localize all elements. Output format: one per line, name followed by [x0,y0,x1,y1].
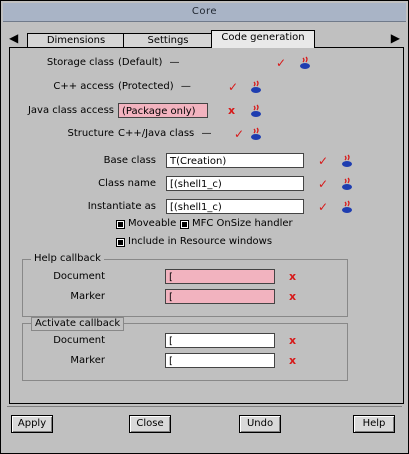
java-cup-icon[interactable] [249,80,263,94]
close-button[interactable]: Close [129,415,171,433]
valid-check-icon: ✓ [318,177,329,191]
invalid-cross-icon: x [289,354,297,367]
valid-check-icon: ✓ [318,154,329,168]
java-cup-icon[interactable] [340,154,354,168]
include-resource-label: Include in Resource windows [128,236,273,247]
storage-class-label: Storage class [46,57,114,68]
include-resource-checkbox[interactable] [116,238,125,247]
structure-value: C++/Java class [118,128,195,139]
activate-marker-row: Marker [ x [23,352,343,370]
tab-code-generation[interactable]: Code generation [211,30,315,48]
tab-bar: ◀ Dimensions Settings Code generation ▶ [5,30,404,48]
dropdown-indicator-icon: — [180,81,191,92]
help-marker-input[interactable]: [ [165,289,275,304]
activate-marker-label: Marker [70,355,105,366]
activate-document-label: Document [53,335,105,346]
mfc-onsize-label: MFC OnSize handler [192,218,293,229]
help-button[interactable]: Help [353,415,395,433]
java-class-access-select[interactable]: (Package only) [118,103,208,118]
cpp-access-label: C++ access [53,81,114,92]
help-callback-group: Help callback Document [ x Marker [ x [22,253,348,317]
structure-label: Structure [67,128,114,139]
tab-settings[interactable]: Settings [123,33,213,48]
core-dialog-window: Core ◀ Dimensions Settings Code generati… [0,0,409,454]
java-cup-icon[interactable] [249,127,263,141]
class-name-input[interactable]: [(shell1_c) [166,176,304,191]
storage-class-row: Storage class (Default) — ✓ [10,54,403,72]
base-class-input[interactable]: T(Creation) [166,153,304,168]
valid-check-icon: ✓ [234,127,245,141]
moveable-label: Moveable [128,218,177,229]
structure-select[interactable]: C++/Java class — [118,125,211,143]
help-marker-row: Marker [ x [23,288,343,306]
storage-class-select[interactable]: (Default) — [118,54,180,72]
mfc-onsize-checkbox[interactable] [180,220,189,229]
invalid-cross-icon: x [289,270,297,283]
activate-marker-input[interactable]: [ [165,353,275,368]
undo-button[interactable]: Undo [239,415,281,433]
help-marker-label: Marker [70,291,105,302]
dropdown-indicator-icon: — [169,57,180,68]
java-cup-icon[interactable] [298,56,312,70]
base-class-row: Base class T(Creation) ✓ [10,152,403,170]
structure-row: Structure C++/Java class — ✓ [10,125,403,143]
scroll-tabs-right-icon[interactable]: ▶ [391,31,400,45]
java-cup-icon[interactable] [249,104,263,118]
apply-button[interactable]: Apply [11,415,53,433]
instantiate-as-input[interactable]: [(shell1_c) [166,199,304,214]
scroll-tabs-left-icon[interactable]: ◀ [9,31,18,45]
window-title: Core [3,3,406,22]
instantiate-as-label: Instantiate as [87,201,156,212]
activate-document-input[interactable]: [ [165,333,275,348]
java-class-access-row: Java class access (Package only) x [10,102,403,120]
activate-callback-title: Activate callback [31,317,125,331]
help-document-input[interactable]: [ [165,269,275,284]
tab-dimensions[interactable]: Dimensions [27,33,125,48]
java-cup-icon[interactable] [340,177,354,191]
help-document-label: Document [53,271,105,282]
valid-check-icon: ✓ [318,200,329,214]
instantiate-as-row: Instantiate as [(shell1_c) ✓ [10,198,403,216]
code-generation-panel: Storage class (Default) — ✓ C++ access (… [9,47,404,404]
button-separator [7,406,402,407]
help-document-row: Document [ x [23,268,343,286]
moveable-checkbox[interactable] [116,220,125,229]
base-class-label: Base class [103,155,156,166]
storage-class-value: (Default) [118,57,163,68]
help-callback-title: Help callback [31,253,104,265]
activate-document-row: Document [ x [23,332,343,350]
cpp-access-select[interactable]: (Protected) — [118,78,191,96]
invalid-cross-icon: x [289,290,297,303]
class-name-label: Class name [98,178,156,189]
dropdown-indicator-icon: — [201,128,212,139]
invalid-cross-icon: x [289,334,297,347]
valid-check-icon: ✓ [276,56,287,70]
button-bar: Apply Close Undo Help [1,415,408,437]
activate-callback-group: Activate callback Document [ x Marker [ … [22,317,348,381]
cpp-access-value: (Protected) [118,81,174,92]
java-cup-icon[interactable] [340,200,354,214]
java-class-access-label: Java class access [27,105,114,116]
class-name-row: Class name [(shell1_c) ✓ [10,175,403,193]
valid-check-icon: ✓ [228,80,239,94]
cpp-access-row: C++ access (Protected) — ✓ [10,78,403,96]
invalid-cross-icon: x [228,104,236,117]
